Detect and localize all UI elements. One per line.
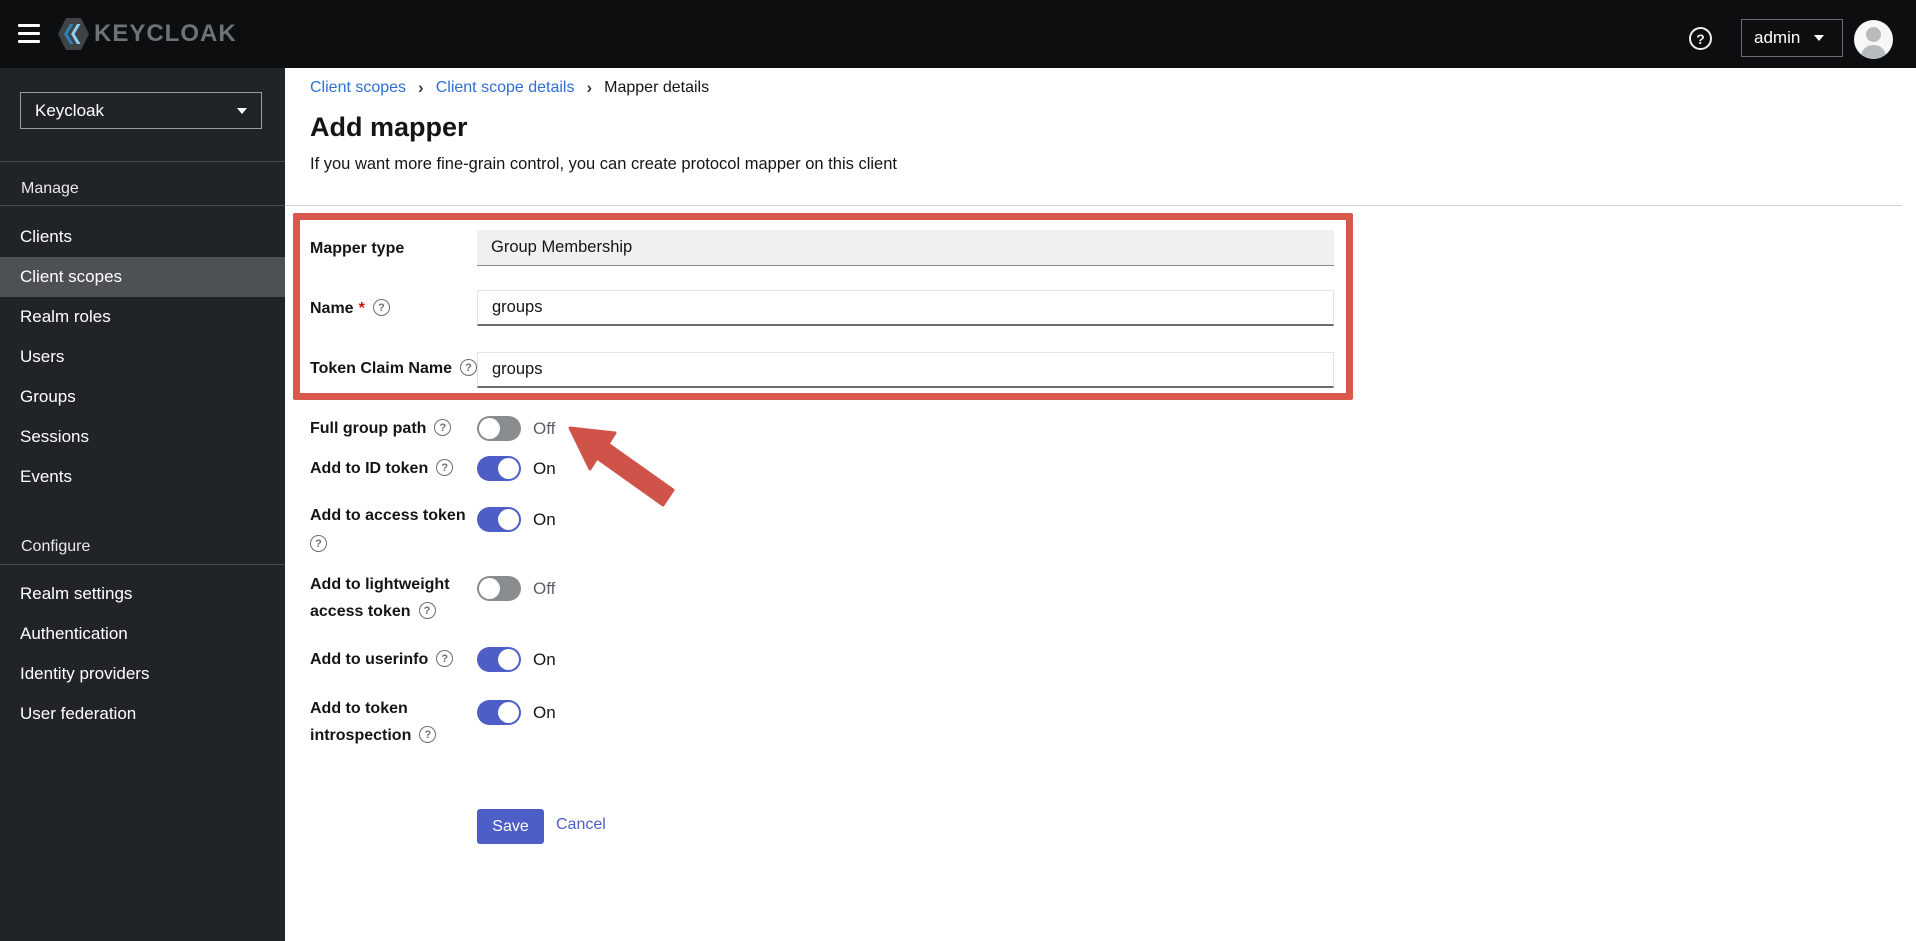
help-icon[interactable]: ? (418, 602, 436, 620)
full-group-path-label: Full group path (310, 420, 427, 437)
page-title: Add mapper (310, 112, 468, 142)
realm-selector-value: Keycloak (35, 100, 104, 120)
mapper-type-label: Mapper type (310, 240, 405, 257)
add-to-token-introspection-row: Add to token introspection? (310, 695, 437, 749)
sidebar: Keycloak Manage Clients Client scopes Re… (0, 68, 285, 941)
chevron-down-icon (1814, 35, 1825, 41)
chevron-down-icon (237, 107, 247, 114)
token-claim-name-row: Token Claim Name? (310, 355, 477, 382)
product-name: KEYCLOAK (94, 20, 237, 47)
keycloak-logo: KEYCLOAK (57, 18, 237, 50)
sidebar-item-groups[interactable]: Groups (0, 377, 285, 417)
mapper-type-field[interactable]: Group Membership (477, 230, 1334, 266)
sidebar-item-realm-settings[interactable]: Realm settings (0, 574, 285, 614)
breadcrumb: Client scopes › Client scope details › M… (310, 78, 709, 98)
hamburger-menu-icon[interactable] (18, 24, 40, 44)
add-to-lightweight-access-token-toggle[interactable] (477, 576, 521, 601)
help-icon[interactable]: ? (436, 459, 454, 477)
token-claim-name-label: Token Claim Name (310, 360, 452, 377)
add-to-access-token-row: Add to access token ? (310, 502, 466, 553)
add-to-userinfo-label: Add to userinfo (310, 651, 429, 668)
breadcrumb-mapper-details: Mapper details (604, 79, 710, 96)
help-icon[interactable]: ? (459, 359, 477, 377)
save-button[interactable]: Save (477, 809, 544, 844)
avatar[interactable] (1854, 20, 1893, 59)
add-to-userinfo-row: Add to userinfo? (310, 646, 454, 673)
keycloak-logo-icon (58, 18, 89, 50)
add-to-id-token-state: On (533, 459, 556, 478)
masthead: KEYCLOAK ? admin (0, 0, 1916, 68)
chevron-right-icon: › (586, 78, 593, 97)
cancel-button[interactable]: Cancel (556, 816, 606, 834)
admin-user-dropdown[interactable]: admin (1741, 19, 1843, 57)
name-input[interactable]: groups (477, 290, 1334, 326)
sidebar-item-identity-providers[interactable]: Identity providers (0, 654, 285, 694)
divider (0, 205, 285, 206)
full-group-path-toggle[interactable] (477, 416, 521, 441)
add-to-token-introspection-toggle[interactable] (477, 700, 521, 725)
add-to-userinfo-toggle[interactable] (477, 647, 521, 672)
sidebar-item-users[interactable]: Users (0, 337, 285, 377)
sidebar-item-authentication[interactable]: Authentication (0, 614, 285, 654)
help-icon[interactable]: ? (372, 299, 390, 317)
help-icon[interactable]: ? (434, 419, 452, 437)
add-to-userinfo-state: On (533, 650, 556, 669)
token-claim-name-input[interactable]: groups (477, 352, 1334, 388)
breadcrumb-client-scope-details[interactable]: Client scope details (436, 79, 575, 97)
add-to-lightweight-access-token-state: Off (533, 579, 556, 598)
sidebar-item-clients[interactable]: Clients (0, 217, 285, 257)
divider (0, 161, 285, 162)
name-label: Name (310, 300, 354, 317)
add-to-token-introspection-label: Add to token (310, 700, 408, 717)
add-to-access-token-toggle[interactable] (477, 507, 521, 532)
name-row: Name *? (310, 295, 390, 322)
add-to-access-token-state: On (533, 510, 556, 529)
help-icon[interactable]: ? (1689, 27, 1712, 50)
add-to-id-token-toggle[interactable] (477, 456, 521, 481)
add-to-lightweight-access-token-row: Add to lightweight access token? (310, 576, 450, 620)
page-subtitle: If you want more fine-grain control, you… (310, 155, 897, 173)
sidebar-item-user-federation[interactable]: User federation (0, 694, 285, 734)
help-icon[interactable]: ? (419, 726, 437, 744)
admin-user-label: admin (1754, 28, 1801, 47)
mapper-type-row: Mapper type (310, 235, 404, 262)
sidebar-item-client-scopes[interactable]: Client scopes (0, 257, 285, 297)
add-to-id-token-label: Add to ID token (310, 460, 429, 477)
add-to-lightweight-access-token-label: Add to lightweight (310, 576, 450, 593)
add-to-id-token-row: Add to ID token? (310, 455, 454, 482)
sidebar-item-events[interactable]: Events (0, 457, 285, 497)
help-icon[interactable]: ? (436, 650, 454, 668)
sidebar-item-sessions[interactable]: Sessions (0, 417, 285, 457)
divider (0, 564, 285, 565)
add-to-token-introspection-state: On (533, 703, 556, 722)
add-to-access-token-label: Add to access token (310, 507, 466, 524)
sidebar-item-realm-roles[interactable]: Realm roles (0, 297, 285, 337)
breadcrumb-client-scopes[interactable]: Client scopes (310, 79, 406, 97)
full-group-path-state: Off (533, 419, 556, 438)
nav-group-manage: Manage (21, 180, 79, 197)
full-group-path-row: Full group path? (310, 415, 452, 442)
required-asterisk: * (358, 300, 365, 317)
chevron-right-icon: › (418, 78, 424, 97)
nav-group-configure: Configure (21, 538, 91, 555)
divider (285, 205, 1902, 206)
realm-selector[interactable]: Keycloak (20, 92, 262, 129)
